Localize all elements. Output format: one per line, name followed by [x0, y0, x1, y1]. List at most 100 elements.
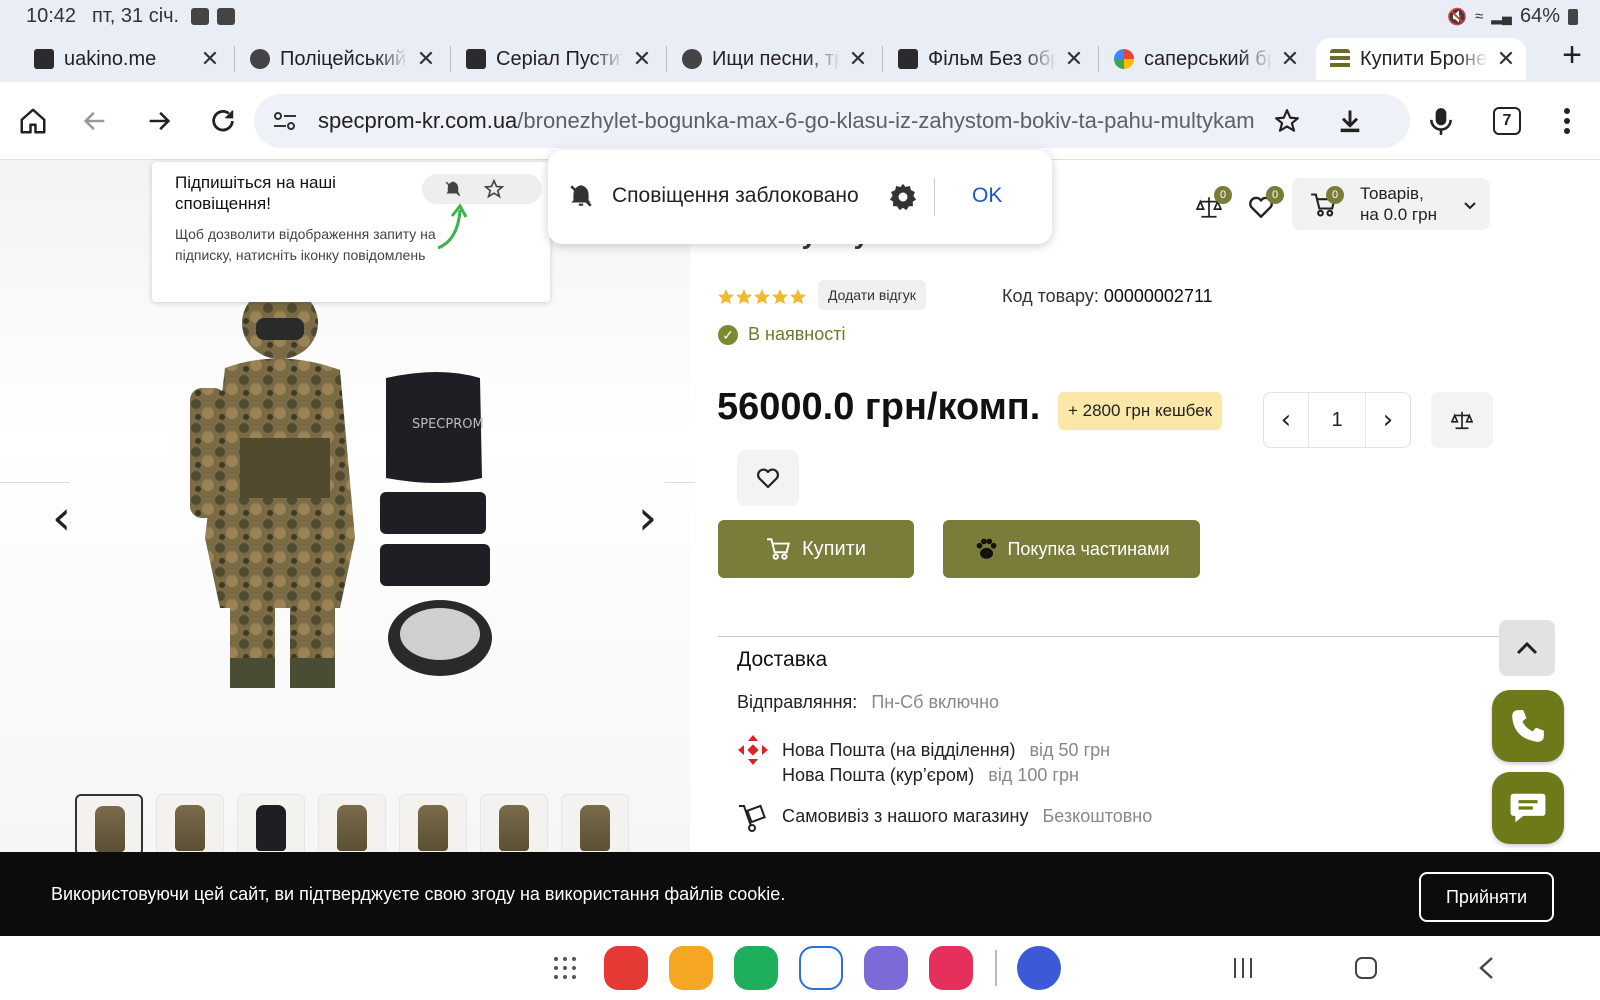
quantity-decrease-button[interactable]: ‹: [1264, 405, 1308, 435]
messages-app-icon[interactable]: [799, 946, 843, 990]
bookmark-star-icon: [1275, 109, 1299, 132]
new-tab-button[interactable]: +: [1562, 38, 1582, 72]
tab-switcher-button[interactable]: 7: [1493, 107, 1521, 135]
call-button[interactable]: [1492, 690, 1564, 762]
tab-songs[interactable]: Ищи песни, тре ✕: [668, 38, 878, 80]
wishlist-button[interactable]: 0: [1246, 186, 1284, 220]
checkbox-notification-icon: [217, 8, 235, 25]
thumbnail[interactable]: [318, 794, 386, 852]
reload-button[interactable]: [204, 102, 242, 140]
np-branch-price: від 50 грн: [1029, 740, 1111, 760]
signal-app-icon[interactable]: [1017, 946, 1061, 990]
thumbnail[interactable]: [561, 794, 629, 852]
nova-poshta-options: Нова Пошта (на відділення) від 50 грн Нов…: [782, 738, 1110, 788]
wishlist-count-badge: 0: [1266, 186, 1284, 204]
clapper-icon: [898, 49, 918, 69]
home-nav-icon[interactable]: [1354, 956, 1378, 980]
close-icon[interactable]: ✕: [200, 46, 220, 72]
add-to-compare-button[interactable]: [1431, 392, 1493, 448]
subscribe-body: Щоб дозволити відображення запиту на під…: [175, 226, 436, 263]
chat-bubble-icon: [1510, 793, 1546, 823]
home-button[interactable]: [14, 102, 52, 140]
voice-search-button[interactable]: [1422, 102, 1460, 140]
app-drawer-icon[interactable]: [553, 956, 577, 980]
camera-app-icon[interactable]: [929, 946, 973, 990]
installment-button[interactable]: Покупка частинами: [943, 520, 1200, 578]
compare-count-badge: 0: [1214, 186, 1232, 204]
close-icon[interactable]: ✕: [1496, 46, 1516, 72]
thumbnail[interactable]: [75, 794, 143, 852]
close-icon[interactable]: ✕: [1064, 46, 1084, 72]
tab-divider: [1098, 46, 1099, 72]
files-app-icon[interactable]: [669, 946, 713, 990]
gear-icon[interactable]: [888, 182, 918, 212]
product-code-label: Код товару:: [1002, 286, 1099, 306]
quantity-input[interactable]: 1: [1308, 393, 1366, 447]
menu-button[interactable]: [1548, 102, 1586, 140]
product-image[interactable]: SPECPROM: [190, 278, 510, 718]
quantity-increase-button[interactable]: ›: [1366, 405, 1410, 435]
accept-cookies-button[interactable]: Прийняти: [1419, 872, 1554, 922]
thumbnail[interactable]: [237, 794, 305, 852]
section-divider: [718, 636, 1508, 637]
dock-divider: [995, 950, 997, 986]
add-to-wishlist-button[interactable]: [737, 450, 799, 506]
tab-specprom-active[interactable]: Купити Бронеж ✕: [1316, 38, 1526, 80]
tab-serial[interactable]: Серіал Пустити ✕: [452, 38, 662, 80]
tab-google-search[interactable]: саперський бро ✕: [1100, 38, 1310, 80]
phone-app-icon[interactable]: [734, 946, 778, 990]
close-icon[interactable]: ✕: [848, 46, 868, 72]
buy-button-label: Купити: [802, 537, 866, 560]
heart-icon: [757, 468, 779, 489]
forward-button[interactable]: [140, 102, 178, 140]
cart-icon: [767, 538, 790, 560]
store-icon: [1330, 49, 1350, 69]
url-text[interactable]: specprom-kr.com.ua/bronezhylet-bogunka-m…: [318, 108, 1318, 134]
gallery-prev-button[interactable]: ‹: [52, 490, 71, 546]
rating-stars[interactable]: [717, 288, 809, 306]
address-bar[interactable]: specprom-kr.com.ua/bronezhylet-bogunka-m…: [254, 94, 1410, 148]
browser-app-icon[interactable]: [864, 946, 908, 990]
subscribe-heading: Підпишіться на наші сповіщення!: [175, 173, 336, 213]
gallery-next-button[interactable]: ›: [638, 490, 657, 546]
tab-divider: [882, 46, 883, 72]
compare-button[interactable]: 0: [1194, 186, 1232, 220]
cart-count-badge: 0: [1326, 186, 1344, 204]
close-icon[interactable]: ✕: [416, 46, 436, 72]
availability-status: ✓ В наявності: [718, 324, 845, 345]
pickup-price: Безкоштовно: [1042, 806, 1153, 826]
cart-total-label: на 0.0 грн: [1360, 205, 1437, 224]
add-review-button[interactable]: Додати відгук: [818, 280, 926, 310]
tab-police[interactable]: Поліцейський з ✕: [236, 38, 446, 80]
scroll-to-top-button[interactable]: [1499, 620, 1555, 676]
thumbnail[interactable]: [480, 794, 548, 852]
tab-film[interactable]: Фільм Без обра ✕: [884, 38, 1094, 80]
chevron-down-icon: [1464, 202, 1476, 210]
chat-button[interactable]: [1492, 772, 1564, 844]
thumbnail[interactable]: [399, 794, 467, 852]
product-code-value: 00000002711: [1103, 286, 1213, 306]
browser-toolbar: specprom-kr.com.ua/bronezhylet-bogunka-m…: [0, 82, 1600, 160]
recent-apps-icon[interactable]: [1232, 956, 1254, 980]
bell-off-icon: [445, 181, 461, 197]
buy-button[interactable]: Купити: [718, 520, 914, 578]
back-nav-icon[interactable]: [1478, 956, 1494, 980]
close-icon[interactable]: ✕: [632, 46, 652, 72]
thumbnail[interactable]: [156, 794, 224, 852]
clapper-icon: [466, 49, 486, 69]
tab-title: Серіал Пустити: [496, 47, 624, 70]
notes-app-icon[interactable]: [604, 946, 648, 990]
arrow-left-icon: [83, 111, 105, 131]
more-vertical-icon: [1564, 108, 1570, 134]
ok-button[interactable]: OK: [972, 184, 1002, 208]
address-bar-preview: [422, 174, 542, 204]
mute-icon: 🔇: [1447, 8, 1468, 26]
back-button[interactable]: [76, 102, 114, 140]
tab-title: саперський бро: [1144, 47, 1272, 70]
tab-divider: [450, 46, 451, 72]
cart-summary: Товарів, на 0.0 грн: [1360, 183, 1437, 225]
cart-button[interactable]: 0 Товарів, на 0.0 грн: [1292, 178, 1490, 230]
signal-icon: ▂▄: [1491, 8, 1512, 24]
tab-uakino[interactable]: uakino.me ✕: [20, 38, 230, 80]
close-icon[interactable]: ✕: [1280, 46, 1300, 72]
